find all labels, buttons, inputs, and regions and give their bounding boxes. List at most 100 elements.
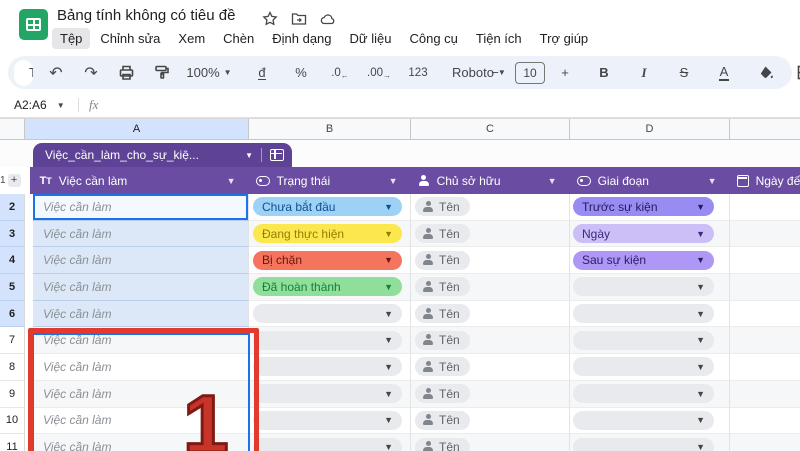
stage-cell[interactable]: ▼ bbox=[570, 380, 730, 408]
stage-chip[interactable]: ▼ bbox=[573, 277, 714, 297]
owner-chip[interactable]: Tên bbox=[415, 250, 470, 270]
due-date-cell[interactable] bbox=[730, 247, 800, 275]
task-cell[interactable]: Việc cần làm bbox=[33, 220, 249, 248]
status-cell[interactable]: ▼ bbox=[249, 380, 411, 408]
stage-chip[interactable]: Trước sự kiện ▼ bbox=[573, 197, 714, 217]
menu-chinh-sua[interactable]: Chỉnh sửa bbox=[92, 28, 168, 49]
header-due-date[interactable]: Ngày đến hạn bbox=[727, 167, 800, 194]
menu-tien-ich[interactable]: Tiện ích bbox=[468, 28, 530, 49]
task-cell[interactable]: Việc cần làm bbox=[33, 354, 249, 381]
row-header[interactable]: 8 bbox=[0, 354, 25, 381]
add-row-icon[interactable]: + bbox=[7, 174, 21, 187]
owner-chip[interactable]: Tên bbox=[415, 357, 470, 377]
menu-tep[interactable]: Tệp bbox=[52, 28, 91, 49]
redo-button[interactable]: ↷ bbox=[78, 61, 104, 85]
bold-button[interactable]: B bbox=[591, 61, 617, 85]
stage-cell[interactable]: ▼ bbox=[570, 327, 730, 355]
row-header[interactable]: 7 bbox=[0, 327, 25, 355]
status-cell[interactable]: Bị chặn ▼ bbox=[249, 247, 411, 275]
owner-cell[interactable]: Tên bbox=[411, 220, 570, 248]
due-date-cell[interactable] bbox=[730, 274, 800, 301]
decrease-decimal-button[interactable]: .0 ← bbox=[327, 61, 353, 85]
owner-chip[interactable]: Tên bbox=[415, 197, 470, 217]
owner-cell[interactable]: Tên bbox=[411, 247, 570, 275]
stage-chip[interactable]: ▼ bbox=[573, 357, 714, 377]
status-chip[interactable]: Đã hoàn thành ▼ bbox=[253, 277, 402, 297]
text-color-button[interactable]: A bbox=[711, 61, 737, 85]
stage-chip[interactable]: Sau sự kiện ▼ bbox=[573, 250, 714, 270]
owner-chip[interactable]: Tên bbox=[415, 224, 470, 244]
column-header-c[interactable]: C bbox=[411, 119, 570, 139]
row-header[interactable]: 10 bbox=[0, 407, 25, 435]
owner-chip[interactable]: Tên bbox=[415, 304, 470, 324]
borders-button[interactable] bbox=[791, 61, 800, 85]
status-chip[interactable]: ▼ bbox=[253, 357, 402, 377]
number-format-button[interactable]: 123 bbox=[405, 61, 431, 85]
status-chip[interactable]: Bị chặn ▼ bbox=[253, 250, 402, 270]
select-all-corner[interactable] bbox=[0, 119, 25, 139]
stage-chip[interactable]: ▼ bbox=[573, 437, 714, 451]
owner-cell[interactable]: Tên bbox=[411, 327, 570, 355]
status-cell[interactable]: ▼ bbox=[249, 354, 411, 381]
table-name-tab[interactable]: Việc_cần_làm_cho_sự_kiệ... ▼ bbox=[33, 143, 292, 167]
increase-decimal-button[interactable]: .00 → bbox=[366, 61, 392, 85]
fill-color-button[interactable] bbox=[753, 61, 779, 85]
status-chip[interactable]: ▼ bbox=[253, 330, 402, 350]
status-chip[interactable]: ▼ bbox=[253, 304, 402, 324]
owner-cell[interactable]: Tên bbox=[411, 354, 570, 381]
stage-chip[interactable]: ▼ bbox=[573, 410, 714, 430]
row-header[interactable]: 9 bbox=[0, 380, 25, 408]
row-header[interactable]: 2 bbox=[0, 194, 25, 221]
status-chip[interactable]: Đang thực hiện ▼ bbox=[253, 224, 402, 244]
stage-chip[interactable]: ▼ bbox=[573, 330, 714, 350]
star-icon[interactable] bbox=[262, 11, 278, 27]
status-cell[interactable]: Chưa bắt đầu ▼ bbox=[249, 194, 411, 221]
owner-cell[interactable]: Tên bbox=[411, 407, 570, 435]
column-header-b[interactable]: B bbox=[249, 119, 411, 139]
stage-cell[interactable]: ▼ bbox=[570, 300, 730, 328]
search-menus-button[interactable]: Trình đơn bbox=[14, 59, 33, 86]
stage-cell[interactable]: Sau sự kiện ▼ bbox=[570, 247, 730, 275]
print-button[interactable] bbox=[113, 61, 139, 85]
paint-format-button[interactable] bbox=[148, 61, 174, 85]
owner-chip[interactable]: Tên bbox=[415, 330, 470, 350]
status-cell[interactable]: ▼ bbox=[249, 300, 411, 328]
menu-dinh-dang[interactable]: Định dạng bbox=[264, 28, 339, 49]
task-cell[interactable]: Việc cần làm bbox=[33, 274, 249, 301]
font-size-input[interactable]: 10 bbox=[515, 61, 545, 84]
status-cell[interactable]: ▼ bbox=[249, 327, 411, 355]
menu-chen[interactable]: Chèn bbox=[215, 28, 262, 49]
status-cell[interactable]: ▼ bbox=[249, 434, 411, 451]
undo-button[interactable]: ↶ bbox=[43, 61, 69, 85]
column-header-e[interactable] bbox=[730, 119, 800, 139]
strikethrough-button[interactable]: S bbox=[671, 61, 697, 85]
due-date-cell[interactable] bbox=[730, 194, 800, 221]
status-chip[interactable]: ▼ bbox=[253, 384, 402, 404]
menu-tro-giup[interactable]: Trợ giúp bbox=[532, 28, 597, 49]
status-chip[interactable]: ▼ bbox=[253, 410, 402, 430]
owner-chip[interactable]: Tên bbox=[415, 384, 470, 404]
row-header[interactable]: 6 bbox=[0, 300, 25, 328]
row-header-1[interactable]: 1 + bbox=[0, 167, 22, 194]
owner-cell[interactable]: Tên bbox=[411, 434, 570, 451]
task-cell[interactable]: Việc cần làm bbox=[33, 300, 249, 328]
status-chip[interactable]: Chưa bắt đầu ▼ bbox=[253, 197, 402, 217]
row-header[interactable]: 11 bbox=[0, 434, 25, 451]
cloud-status-icon[interactable] bbox=[320, 11, 336, 27]
menu-xem[interactable]: Xem bbox=[170, 28, 213, 49]
status-cell[interactable]: Đang thực hiện ▼ bbox=[249, 220, 411, 248]
owner-cell[interactable]: Tên bbox=[411, 274, 570, 301]
task-cell[interactable]: Việc cần làm bbox=[33, 194, 249, 221]
owner-cell[interactable]: Tên bbox=[411, 300, 570, 328]
due-date-cell[interactable] bbox=[730, 327, 800, 355]
stage-chip[interactable]: ▼ bbox=[573, 384, 714, 404]
row-header[interactable]: 4 bbox=[0, 247, 25, 275]
decrease-font-size-button[interactable]: − bbox=[482, 61, 508, 85]
owner-cell[interactable]: Tên bbox=[411, 380, 570, 408]
sheets-logo-icon[interactable] bbox=[19, 9, 48, 40]
stage-cell[interactable]: ▼ bbox=[570, 407, 730, 435]
row-header[interactable]: 3 bbox=[0, 220, 25, 248]
menu-du-lieu[interactable]: Dữ liệu bbox=[342, 28, 400, 49]
column-header-a[interactable]: A bbox=[25, 119, 249, 139]
percent-format-button[interactable]: % bbox=[288, 61, 314, 85]
